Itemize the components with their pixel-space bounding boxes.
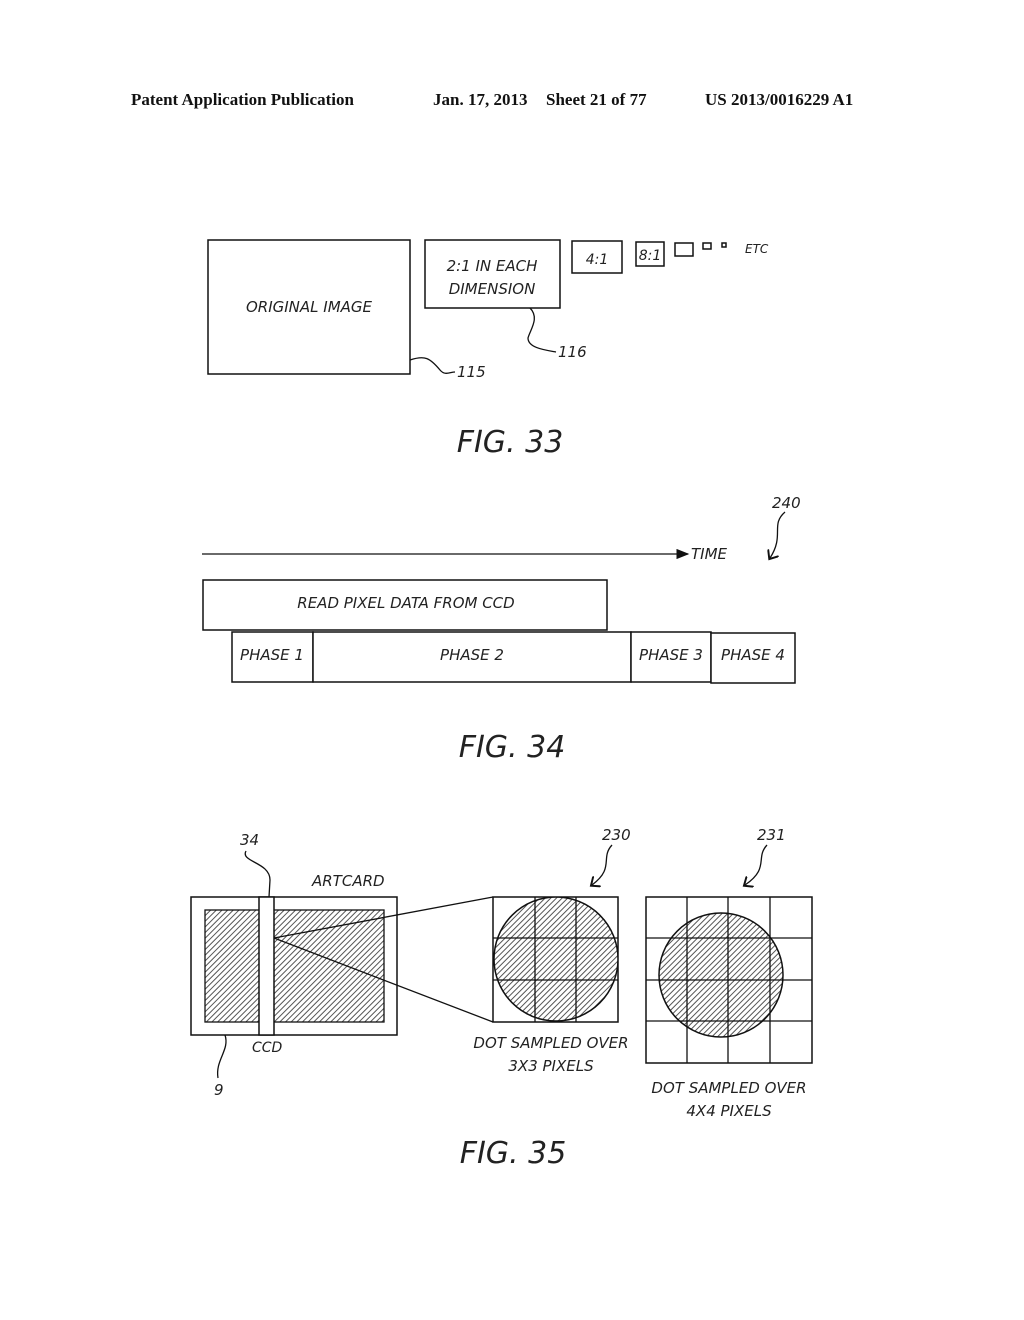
time-label: TIME — [691, 545, 728, 563]
phase-4-label: PHASE 4 — [721, 646, 785, 664]
phase-1-label: PHASE 1 — [240, 646, 304, 664]
leader-231 — [745, 844, 768, 885]
leader-116 — [527, 307, 557, 353]
scale-box-64 — [721, 242, 727, 248]
dot-4x4 — [658, 912, 784, 1038]
ccd-strip — [258, 896, 275, 1036]
quarter-scale-label: 4:1 — [586, 252, 609, 268]
leader-230 — [592, 844, 613, 885]
dot-3x3 — [493, 897, 618, 1022]
ref-9: 9 — [214, 1081, 224, 1099]
ref-230: 230 — [602, 826, 631, 844]
ref-34: 34 — [240, 831, 259, 849]
artcard-label: ARTCARD — [311, 872, 385, 890]
leader-34 — [244, 850, 271, 898]
original-image-label: ORIGINAL IMAGE — [246, 298, 373, 316]
ref-115: 115 — [457, 363, 486, 381]
label-3x3-line1: DOT SAMPLED OVER — [473, 1034, 628, 1052]
phase-2-label: PHASE 2 — [440, 646, 504, 664]
half-scale-label-2: DIMENSION — [449, 280, 536, 298]
fig33: ORIGINAL IMAGE 115 2:1 IN EACH DIMENSION… — [207, 239, 769, 460]
fig34-caption: FIG. 34 — [459, 730, 566, 765]
artcard-print-area — [204, 909, 385, 1023]
etc-label: ETC — [745, 242, 769, 256]
leader-9 — [216, 1034, 227, 1079]
half-scale-label-1: 2:1 IN EACH — [447, 257, 538, 275]
fig33-caption: FIG. 33 — [457, 425, 564, 460]
read-pixel-label: READ PIXEL DATA FROM CCD — [297, 594, 514, 612]
label-4x4-line1: DOT SAMPLED OVER — [651, 1079, 806, 1097]
scale-box-16 — [674, 242, 694, 257]
fig35: 34 ARTCARD CCD 9 230 DOT SAMPLED OVER 3X… — [190, 826, 813, 1171]
eighth-scale-label: 8:1 — [639, 248, 662, 264]
ccd-label: CCD — [252, 1040, 283, 1056]
fig35-caption: FIG. 35 — [460, 1136, 567, 1171]
ref-240: 240 — [772, 494, 801, 512]
phase-3-label: PHASE 3 — [639, 646, 703, 664]
label-4x4-line2: 4X4 PIXELS — [686, 1102, 772, 1120]
ref-231: 231 — [757, 826, 786, 844]
label-3x3-line2: 3X3 PIXELS — [508, 1057, 594, 1075]
ref-116: 116 — [558, 343, 587, 361]
leader-115 — [409, 357, 456, 374]
patent-drawing-sheet: ORIGINAL IMAGE 115 2:1 IN EACH DIMENSION… — [190, 239, 813, 1171]
fig34: 240 TIME READ PIXEL DATA FROM CCD PHASE … — [202, 494, 801, 765]
scale-box-32 — [702, 242, 712, 250]
leader-240 — [770, 511, 786, 558]
